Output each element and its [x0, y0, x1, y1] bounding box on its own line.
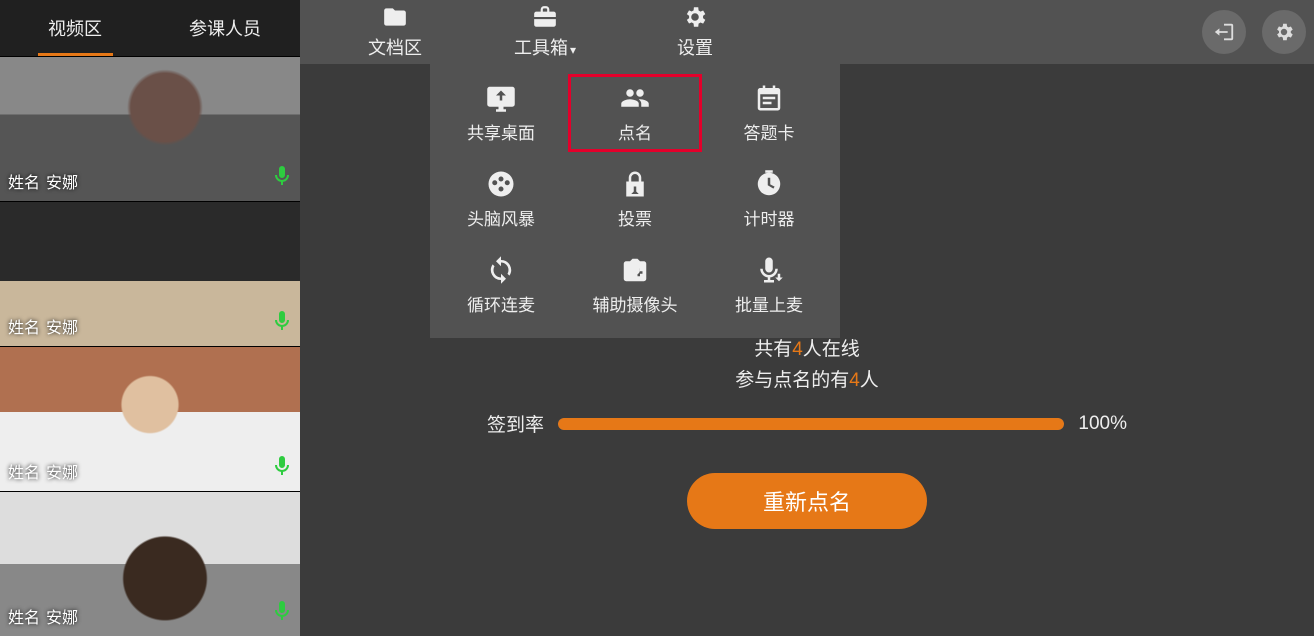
tool-label: 头脑风暴	[467, 205, 535, 230]
answer-card-icon	[754, 83, 784, 113]
rollcall-again-button[interactable]: 重新点名	[687, 473, 927, 529]
gear-icon	[682, 4, 708, 30]
text: 人在线	[803, 339, 860, 360]
tool-loop-mic[interactable]: 循环连麦	[434, 246, 568, 324]
menu-tools[interactable]: 工具箱▾	[470, 0, 620, 64]
video-tile[interactable]: 姓名 安娜	[0, 201, 300, 346]
text: 参与点名的有	[735, 370, 849, 391]
left-sidebar: 视频区 参课人员 姓名 安娜 姓名 安娜	[0, 0, 300, 636]
tool-share-desktop[interactable]: 共享桌面	[434, 74, 568, 152]
tab-video[interactable]: 视频区	[0, 0, 150, 56]
progress-bar	[558, 418, 1064, 430]
video-tile[interactable]: 姓名 安娜	[0, 346, 300, 491]
menu-doc-label: 文档区	[368, 34, 422, 60]
joined-count: 4	[849, 370, 860, 391]
name-value: 安娜	[46, 314, 78, 338]
people-icon	[620, 83, 650, 113]
video-name-bar: 姓名 安娜	[0, 312, 86, 340]
name-label: 姓名	[8, 604, 40, 628]
video-tile[interactable]: 姓名 安娜	[0, 56, 300, 201]
tool-label: 计时器	[744, 205, 795, 230]
vote-icon	[620, 169, 650, 199]
chevron-down-icon: ▾	[570, 43, 576, 57]
video-name-bar: 姓名 安娜	[0, 457, 86, 485]
video-name-bar: 姓名 安娜	[0, 602, 86, 630]
tool-label: 答题卡	[744, 119, 795, 144]
online-count: 4	[792, 339, 803, 360]
mic-icon[interactable]	[270, 164, 294, 193]
tool-brainstorm[interactable]: 头脑风暴	[434, 160, 568, 238]
online-line: 共有4人在线	[487, 334, 1127, 361]
mic-icon[interactable]	[270, 599, 294, 628]
rate-label: 签到率	[487, 410, 544, 437]
name-value: 安娜	[46, 459, 78, 483]
tool-rollcall[interactable]: 点名	[568, 74, 702, 152]
toolbox-icon	[532, 4, 558, 30]
video-name-bar: 姓名 安娜	[0, 167, 86, 195]
folder-icon	[382, 4, 408, 30]
video-tile[interactable]: 姓名 安娜	[0, 491, 300, 636]
name-value: 安娜	[46, 169, 78, 193]
logout-icon	[1213, 21, 1235, 43]
name-label: 姓名	[8, 169, 40, 193]
bulk-mic-icon	[754, 255, 784, 285]
text: 人	[860, 370, 879, 391]
brainstorm-icon	[486, 169, 516, 199]
name-value: 安娜	[46, 604, 78, 628]
tool-label: 辅助摄像头	[593, 291, 678, 316]
settings-button[interactable]	[1262, 10, 1306, 54]
mic-icon[interactable]	[270, 454, 294, 483]
tool-timer[interactable]: 计时器	[702, 160, 836, 238]
gear-icon	[1273, 21, 1295, 43]
tab-people[interactable]: 参课人员	[150, 0, 300, 56]
tool-answer-card[interactable]: 答题卡	[702, 74, 836, 152]
share-screen-icon	[486, 83, 516, 113]
loop-icon	[486, 255, 516, 285]
rollcall-result: 共有4人在线 参与点名的有4人 签到率 100% 重新点名	[487, 330, 1127, 529]
tool-label: 共享桌面	[467, 119, 535, 144]
tool-label: 投票	[618, 205, 652, 230]
rate-percent: 100%	[1078, 413, 1127, 435]
tool-bulk-mic[interactable]: 批量上麦	[702, 246, 836, 324]
name-label: 姓名	[8, 459, 40, 483]
main-area: 文档区 工具箱▾ 设置 共享桌面	[300, 0, 1314, 636]
logout-button[interactable]	[1202, 10, 1246, 54]
tool-label: 批量上麦	[735, 291, 803, 316]
menu-doc[interactable]: 文档区	[320, 0, 470, 64]
tool-aux-camera[interactable]: 辅助摄像头	[568, 246, 702, 324]
progress-row: 签到率 100%	[487, 410, 1127, 437]
tool-label: 点名	[618, 119, 652, 144]
toolbox-panel: 共享桌面 点名 答题卡 头脑风暴 投票 计时器	[430, 64, 840, 338]
aux-camera-icon	[620, 255, 650, 285]
mic-icon[interactable]	[270, 309, 294, 338]
tool-label: 循环连麦	[467, 291, 535, 316]
left-tabs: 视频区 参课人员	[0, 0, 300, 56]
tool-vote[interactable]: 投票	[568, 160, 702, 238]
name-label: 姓名	[8, 314, 40, 338]
menu-settings-label: 设置	[677, 34, 713, 60]
video-list: 姓名 安娜 姓名 安娜 姓名	[0, 56, 300, 636]
joined-line: 参与点名的有4人	[487, 365, 1127, 392]
menu-tools-label: 工具箱▾	[514, 34, 576, 60]
menu-settings[interactable]: 设置	[620, 0, 770, 64]
text: 共有	[754, 339, 792, 360]
progress-fill	[558, 418, 1064, 430]
menubar: 文档区 工具箱▾ 设置	[300, 0, 1314, 64]
timer-icon	[754, 169, 784, 199]
